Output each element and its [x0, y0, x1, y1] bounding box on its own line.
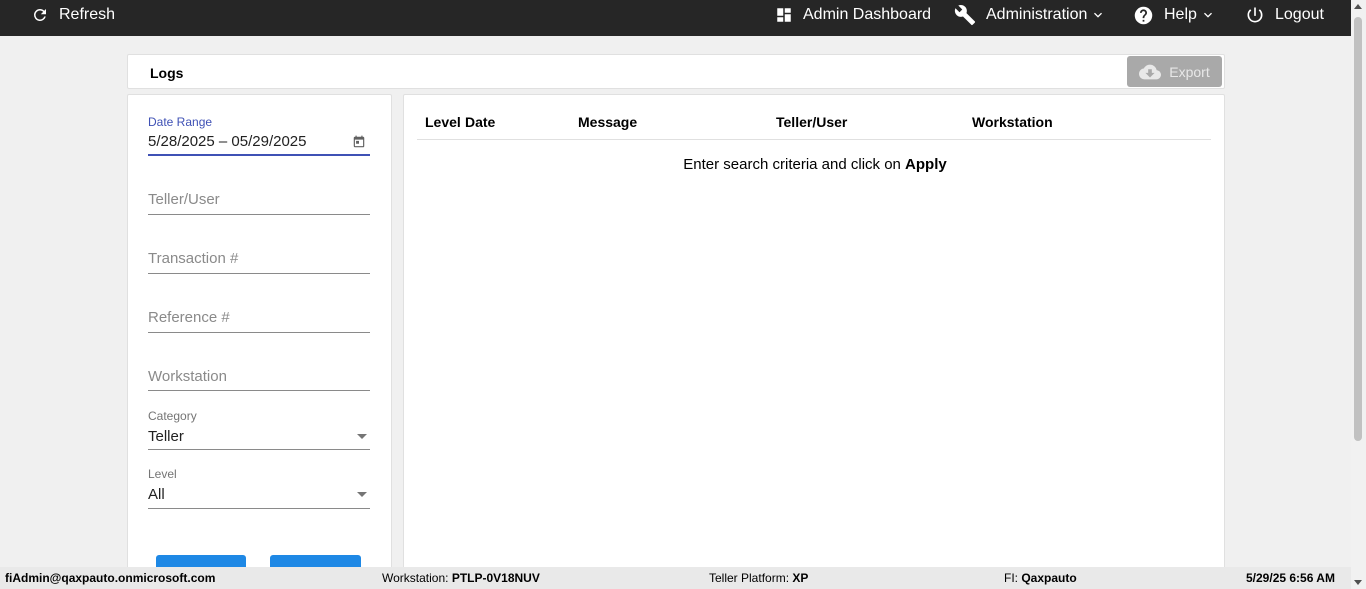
category-label: Category: [148, 409, 197, 423]
level-underline: [148, 508, 370, 509]
help-label: Help: [1164, 6, 1197, 23]
admin-dashboard-button[interactable]: Admin Dashboard: [775, 0, 931, 30]
level-value[interactable]: All: [148, 486, 370, 503]
export-button[interactable]: Export: [1127, 56, 1222, 87]
date-range-label: Date Range: [148, 115, 213, 129]
footer-datetime: 5/29/25 6:56 AM: [1246, 571, 1335, 585]
level-select[interactable]: Level All: [148, 467, 370, 509]
footer-fi: FI: Qaxpauto: [1004, 571, 1077, 585]
column-header-message[interactable]: Message: [578, 114, 637, 130]
footer-workstation-label: Workstation:: [382, 571, 452, 585]
teller-user-field[interactable]: Teller/User: [148, 191, 370, 215]
date-range-underline: [148, 154, 370, 156]
scroll-down-arrow-icon[interactable]: [1354, 580, 1362, 585]
level-label: Level: [148, 467, 177, 481]
dashboard-icon: [777, 8, 791, 22]
footer-workstation: Workstation: PTLP-0V18NUV: [382, 571, 540, 585]
help-menu[interactable]: Help: [1133, 0, 1216, 30]
top-navigation-bar: Refresh Admin Dashboard Administration H…: [0, 0, 1366, 36]
empty-state-action: Apply: [905, 156, 947, 173]
reference-field[interactable]: Reference #: [148, 309, 370, 333]
reference-underline: [148, 332, 370, 333]
filter-panel: Date Range 5/28/2025 – 05/29/2025 Teller…: [127, 94, 392, 575]
footer-user: fiAdmin@qaxpauto.onmicrosoft.com: [5, 571, 216, 585]
chevron-down-icon: [1203, 12, 1212, 18]
reference-input[interactable]: Reference #: [148, 309, 370, 326]
teller-user-underline: [148, 214, 370, 215]
category-underline: [148, 449, 370, 450]
dropdown-arrow-icon[interactable]: [357, 434, 367, 439]
status-footer: fiAdmin@qaxpauto.onmicrosoft.com Worksta…: [0, 567, 1351, 589]
results-panel: Level Date Message Teller/User Workstati…: [403, 94, 1225, 574]
dropdown-arrow-icon[interactable]: [357, 492, 367, 497]
column-header-teller-user[interactable]: Teller/User: [776, 114, 847, 130]
page-header: Logs Export: [127, 54, 1225, 89]
transaction-input[interactable]: Transaction #: [148, 250, 370, 267]
footer-platform-label: Teller Platform:: [709, 571, 793, 585]
footer-fi-value: Qaxpauto: [1021, 571, 1077, 585]
category-value[interactable]: Teller: [148, 428, 370, 445]
empty-state-message: Enter search criteria and click on Apply: [404, 156, 1226, 173]
column-header-date[interactable]: Date: [465, 114, 495, 130]
transaction-field[interactable]: Transaction #: [148, 250, 370, 274]
export-label: Export: [1169, 63, 1210, 80]
help-icon: [1134, 6, 1153, 24]
calendar-icon[interactable]: [352, 135, 366, 149]
date-range-input[interactable]: 5/28/2025 – 05/29/2025: [148, 133, 370, 150]
page-title: Logs: [150, 65, 184, 81]
column-header-level[interactable]: Level: [425, 114, 461, 130]
refresh-label: Refresh: [59, 6, 116, 23]
footer-platform-value: XP: [792, 571, 809, 585]
table-header-divider: [417, 139, 1211, 140]
empty-state-text: Enter search criteria and click on: [683, 156, 906, 173]
teller-user-input[interactable]: Teller/User: [148, 191, 370, 208]
refresh-icon: [33, 8, 46, 21]
administration-menu[interactable]: Administration: [954, 0, 1106, 30]
administration-label: Administration: [986, 6, 1088, 23]
category-select[interactable]: Category Teller: [148, 409, 370, 451]
logout-label: Logout: [1275, 6, 1324, 23]
cloud-download-icon: [1139, 64, 1162, 79]
vertical-scrollbar[interactable]: [1351, 0, 1366, 589]
power-icon: [1247, 7, 1263, 23]
workstation-underline: [148, 390, 370, 391]
scrollbar-thumb[interactable]: [1354, 17, 1362, 441]
workstation-field[interactable]: Workstation: [148, 368, 370, 392]
transaction-underline: [148, 273, 370, 274]
footer-fi-label: FI:: [1004, 571, 1022, 585]
footer-workstation-value: PTLP-0V18NUV: [451, 571, 540, 585]
wrench-icon: [954, 5, 976, 26]
footer-platform: Teller Platform: XP: [709, 571, 808, 585]
chevron-down-icon: [1094, 12, 1103, 18]
scroll-up-arrow-icon[interactable]: [1354, 4, 1362, 9]
date-range-field[interactable]: Date Range 5/28/2025 – 05/29/2025: [148, 115, 370, 157]
admin-dashboard-label: Admin Dashboard: [803, 6, 932, 23]
logout-button[interactable]: Logout: [1245, 0, 1324, 30]
refresh-button[interactable]: Refresh: [31, 0, 115, 30]
workstation-input[interactable]: Workstation: [148, 368, 370, 385]
column-header-workstation[interactable]: Workstation: [972, 114, 1053, 130]
